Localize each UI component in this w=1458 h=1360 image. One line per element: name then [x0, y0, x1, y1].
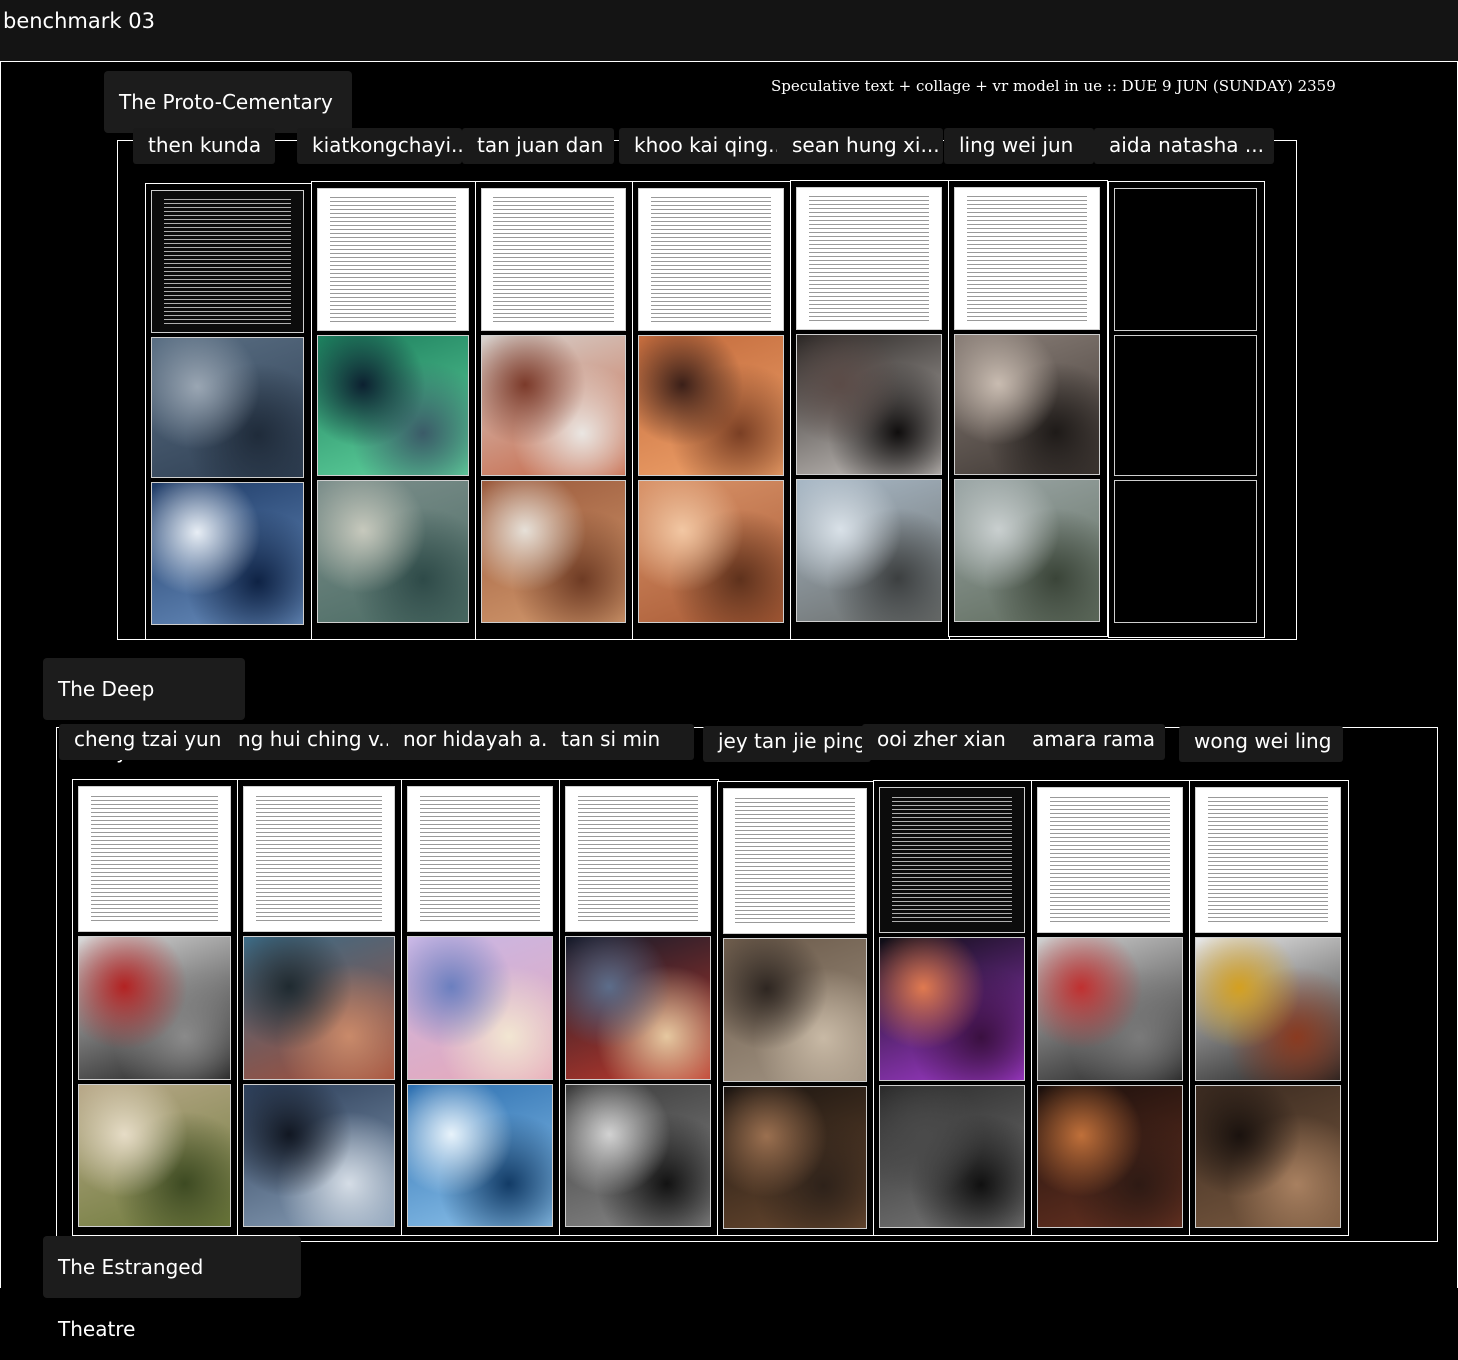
document-tile[interactable] [243, 786, 395, 932]
student-name-label[interactable]: tan si min [546, 724, 694, 760]
student-name-label[interactable]: ng hui ching v.. [223, 724, 393, 760]
due-note: Speculative text + collage + vr model in… [771, 77, 1336, 95]
document-tile[interactable] [723, 788, 867, 934]
document-text-lines [577, 795, 699, 923]
image-tile[interactable] [565, 936, 711, 1080]
document-text-lines [419, 795, 541, 923]
student-name-label[interactable]: kiatkongchayi.. [297, 128, 462, 164]
document-text-lines [330, 197, 456, 322]
student-column[interactable] [72, 779, 239, 1236]
image-tile[interactable] [638, 335, 784, 476]
document-text-lines [808, 196, 930, 321]
student-name-label[interactable]: jey tan jie ping [703, 726, 871, 762]
image-tile[interactable] [317, 335, 469, 476]
document-tile[interactable] [796, 187, 942, 330]
student-column[interactable] [311, 181, 477, 640]
image-tile[interactable] [1037, 1085, 1183, 1228]
image-tile[interactable] [151, 337, 304, 478]
document-text-lines [493, 197, 614, 322]
image-tile[interactable] [78, 1084, 231, 1227]
student-column[interactable] [1189, 780, 1349, 1236]
student-name-label[interactable]: nor hidayah a.. [388, 724, 552, 760]
image-tile[interactable] [954, 334, 1100, 475]
image-tile[interactable] [879, 937, 1025, 1081]
student-name-label[interactable]: ooi zher xian [862, 724, 1022, 760]
student-column[interactable] [237, 779, 403, 1236]
student-name-label[interactable]: khoo kai qing.. [619, 128, 787, 164]
student-name-label[interactable]: then kunda [133, 128, 275, 164]
student-column[interactable] [790, 180, 950, 640]
document-text-lines [891, 796, 1013, 924]
section-title-estranged-theatre[interactable]: The Estranged Theatre [43, 1236, 301, 1341]
document-text-lines [966, 196, 1088, 321]
image-tile[interactable] [151, 482, 304, 625]
student-column[interactable] [1031, 780, 1191, 1236]
image-tile[interactable] [407, 1084, 553, 1227]
image-tile[interactable] [481, 480, 626, 623]
image-tile[interactable] [1037, 937, 1183, 1081]
student-name-label[interactable]: amara rama [1017, 724, 1165, 760]
student-name-label[interactable]: wong wei ling [1179, 726, 1343, 762]
document-text-lines [256, 795, 382, 923]
document-tile[interactable] [638, 188, 784, 331]
document-tile[interactable] [1037, 787, 1183, 933]
image-tile[interactable] [879, 1085, 1025, 1228]
image-tile[interactable] [407, 936, 553, 1080]
document-text-lines [650, 197, 772, 322]
empty-tile[interactable] [1114, 335, 1257, 476]
document-tile[interactable] [481, 188, 626, 331]
image-tile[interactable] [78, 936, 231, 1080]
image-tile[interactable] [796, 479, 942, 622]
image-tile[interactable] [243, 936, 395, 1080]
image-tile[interactable] [481, 335, 626, 476]
image-tile[interactable] [796, 334, 942, 475]
document-text-lines [1049, 796, 1171, 924]
document-tile[interactable] [1195, 787, 1341, 933]
document-tile[interactable] [151, 190, 304, 333]
section-title-proto-cementary[interactable]: The Proto-Cementary [104, 71, 352, 133]
image-tile[interactable] [565, 1084, 711, 1227]
image-tile[interactable] [638, 480, 784, 623]
student-column[interactable] [559, 779, 719, 1236]
empty-tile[interactable] [1114, 480, 1257, 623]
document-tile[interactable] [879, 787, 1025, 933]
document-text-lines [1207, 796, 1329, 924]
image-tile[interactable] [954, 479, 1100, 622]
board-header: benchmark 03 [0, 0, 1458, 61]
image-tile[interactable] [1195, 937, 1341, 1081]
student-column[interactable] [145, 183, 312, 640]
document-text-lines [735, 797, 855, 925]
document-tile[interactable] [78, 786, 231, 932]
student-name-label[interactable]: sean hung xi... [777, 128, 943, 164]
image-tile[interactable] [243, 1084, 395, 1227]
student-name-label[interactable]: aida natasha ... [1094, 128, 1274, 164]
document-tile[interactable] [565, 786, 711, 932]
document-text-lines [164, 199, 291, 324]
student-name-label[interactable]: ling wei jun [944, 128, 1094, 164]
image-tile[interactable] [723, 1086, 867, 1229]
section-title-deep-library[interactable]: The Deep Library [43, 658, 245, 763]
board-title: benchmark 03 [3, 9, 155, 33]
image-tile[interactable] [317, 480, 469, 623]
student-name-label[interactable]: tan juan dan [462, 128, 614, 164]
student-column[interactable] [401, 779, 561, 1236]
document-tile[interactable] [954, 187, 1100, 330]
student-column[interactable] [632, 181, 792, 640]
student-column[interactable] [1108, 181, 1265, 638]
document-text-lines [91, 795, 218, 923]
empty-tile[interactable] [1114, 188, 1257, 331]
image-tile[interactable] [723, 938, 867, 1082]
student-name-label[interactable]: cheng tzai yun [59, 724, 235, 760]
image-tile[interactable] [1195, 1085, 1341, 1228]
student-column[interactable] [475, 181, 634, 640]
student-column[interactable] [948, 180, 1108, 637]
document-tile[interactable] [317, 188, 469, 331]
document-tile[interactable] [407, 786, 553, 932]
student-column[interactable] [717, 781, 875, 1236]
student-column[interactable] [873, 780, 1033, 1236]
